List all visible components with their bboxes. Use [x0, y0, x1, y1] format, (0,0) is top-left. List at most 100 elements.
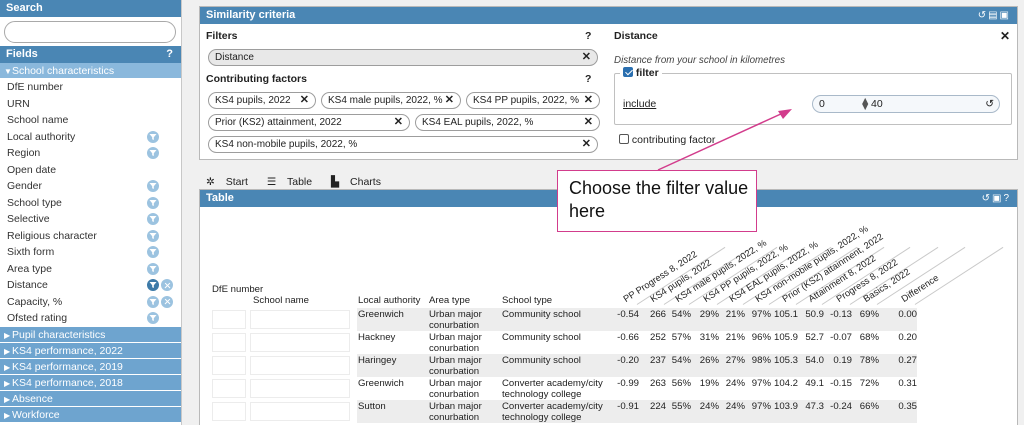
sidebar-field[interactable]: School type: [0, 195, 181, 212]
filter-funnel-icon[interactable]: [147, 312, 159, 324]
close-icon[interactable]: ✕: [1000, 29, 1010, 43]
factor-label: KS4 pupils, 2022: [215, 95, 291, 106]
close-icon[interactable]: ✕: [584, 115, 593, 130]
reset-icon[interactable]: ↺: [985, 98, 994, 110]
sidebar-field[interactable]: School name: [0, 112, 181, 129]
remove-icon[interactable]: [161, 279, 173, 291]
sidebar-field[interactable]: Selective: [0, 211, 181, 228]
filter-funnel-icon[interactable]: [147, 295, 159, 308]
fields-help-button[interactable]: ?: [166, 46, 173, 63]
bar-chart-icon: ▙: [331, 176, 340, 188]
header-school-type[interactable]: School type: [502, 295, 552, 306]
close-icon[interactable]: ✕: [300, 93, 309, 108]
filter-funnel-icon[interactable]: [147, 262, 159, 275]
range-min-value[interactable]: 0: [819, 98, 825, 110]
sidebar-field[interactable]: Local authority: [0, 129, 181, 146]
factors-help-button[interactable]: ?: [585, 73, 591, 85]
close-icon[interactable]: ✕: [394, 115, 403, 130]
local-authority-cell: Hackney: [358, 332, 396, 343]
sidebar-group[interactable]: ▶ Absence: [0, 390, 181, 407]
metric-cell: -0.91: [617, 401, 639, 412]
local-authority-cell: Greenwich: [358, 378, 404, 389]
sidebar-field[interactable]: Gender: [0, 178, 181, 195]
metric-cell: 97%: [751, 401, 771, 412]
sidebar-field[interactable]: Region: [0, 145, 181, 162]
undo-icon[interactable]: ↺: [982, 193, 992, 204]
filter-funnel-icon[interactable]: [147, 246, 159, 258]
close-icon[interactable]: ✕: [582, 137, 591, 152]
help-icon[interactable]: ?: [1003, 193, 1011, 204]
header-school-name[interactable]: School name: [253, 295, 309, 306]
sidebar-field[interactable]: Religious character: [0, 228, 181, 245]
sidebar-group[interactable]: ▶ Pupil characteristics: [0, 326, 181, 343]
group-label: KS4 performance, 2022: [12, 344, 123, 357]
remove-icon[interactable]: [161, 295, 173, 308]
sidebar-field[interactable]: DfE number: [0, 79, 181, 96]
charts-tab[interactable]: ▙ Charts: [331, 176, 389, 188]
sidebar-field[interactable]: URN: [0, 96, 181, 113]
school-type-cell: Community school: [502, 355, 581, 366]
filter-funnel-icon[interactable]: [147, 130, 159, 143]
filter-funnel-icon[interactable]: [147, 279, 159, 291]
sidebar-group[interactable]: ▶ Workforce: [0, 406, 181, 423]
close-icon[interactable]: ✕: [445, 93, 454, 108]
metric-cell: 72%: [859, 378, 879, 389]
search-input[interactable]: [4, 21, 176, 43]
save-icon[interactable]: ▣: [992, 193, 1003, 204]
undo-icon[interactable]: ↺: [978, 10, 988, 21]
metric-cell: 57%: [671, 332, 691, 343]
header-area-type[interactable]: Area type: [429, 295, 470, 306]
field-list: DfE number URN School name Local authority R…: [0, 79, 181, 327]
factor-pill[interactable]: KS4 PP pupils, 2022, % ✕: [466, 92, 600, 109]
filters-help-button[interactable]: ?: [585, 30, 591, 42]
sidebar-group[interactable]: ▶ KS4 performance, 2018: [0, 374, 181, 391]
factor-pill[interactable]: KS4 EAL pupils, 2022, % ✕: [415, 114, 600, 131]
close-icon[interactable]: ✕: [582, 50, 591, 65]
table-icon: ☰: [266, 176, 277, 188]
range-input[interactable]: 0 ▲ ▼ 40 ↺: [812, 95, 1000, 113]
field-label: School name: [7, 114, 69, 126]
factor-pill[interactable]: KS4 pupils, 2022 ✕: [208, 92, 316, 109]
factor-pill[interactable]: KS4 male pupils, 2022, % ✕: [321, 92, 461, 109]
range-max-value[interactable]: 40: [871, 98, 883, 110]
filter-funnel-icon[interactable]: [147, 147, 159, 159]
filter-funnel-icon[interactable]: [147, 180, 159, 192]
group-label: School characteristics: [12, 65, 115, 77]
contributing-checkbox[interactable]: [619, 134, 629, 144]
callout-annotation: Choose the filter value here: [557, 170, 757, 232]
factor-pill[interactable]: KS4 non-mobile pupils, 2022, % ✕: [208, 136, 598, 153]
save-icon[interactable]: ▣: [1000, 10, 1011, 21]
factor-pill[interactable]: Prior (KS2) attainment, 2022 ✕: [208, 114, 410, 131]
filter-pill-distance[interactable]: Distance ✕: [208, 49, 598, 66]
spinner-icon[interactable]: ▲ ▼: [860, 96, 870, 113]
filter-funnel-icon[interactable]: [147, 229, 159, 242]
open-icon[interactable]: ▤: [988, 10, 999, 21]
sidebar-field[interactable]: Capacity, %: [0, 294, 181, 311]
field-label: Gender: [7, 180, 43, 192]
start-tab[interactable]: ✲ Start: [206, 176, 256, 188]
sidebar-field[interactable]: Ofsted rating: [0, 310, 181, 327]
group-school-characteristics[interactable]: ▼School characteristics: [0, 63, 181, 79]
filter-funnel-icon[interactable]: [147, 213, 159, 225]
header-local-authority[interactable]: Local authority: [358, 295, 420, 306]
table-tab[interactable]: ☰ Table: [267, 176, 320, 188]
sidebar-group[interactable]: ▶ KS4 performance, 2019: [0, 358, 181, 375]
filter-funnel-icon[interactable]: [147, 196, 159, 209]
dfe-cell: [212, 402, 246, 421]
sidebar-group[interactable]: ▶ KS4 performance, 2022: [0, 342, 181, 359]
filter-checkbox[interactable]: [623, 67, 633, 77]
field-label: Region: [7, 147, 41, 159]
metric-cell: 47.3: [805, 401, 824, 412]
header-dfe[interactable]: DfE number: [212, 285, 263, 295]
sidebar-field[interactable]: Open date: [0, 162, 181, 179]
sidebar-field[interactable]: Distance: [0, 277, 181, 294]
sidebar-field[interactable]: Area type: [0, 261, 181, 278]
close-icon[interactable]: ✕: [584, 93, 593, 108]
table-label: Table: [287, 176, 313, 188]
contributing-factor-option[interactable]: contributing factor: [619, 134, 715, 146]
chevron-right-icon: ▶: [4, 378, 11, 388]
school-type-cell: Converter academy/city technology colleg…: [502, 401, 603, 423]
criteria-title: Similarity criteria: [206, 9, 296, 21]
factor-label: KS4 male pupils, 2022, %: [328, 95, 443, 106]
sidebar-field[interactable]: Sixth form: [0, 244, 181, 261]
